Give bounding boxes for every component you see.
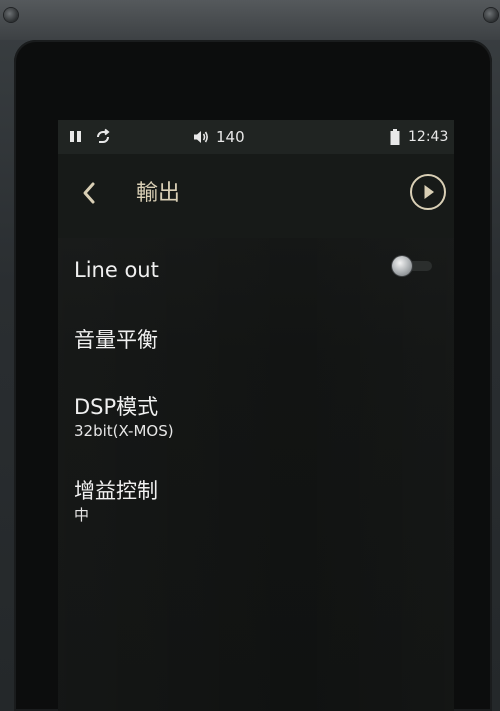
setting-dsp-mode-value: 32bit(X-MOS) <box>74 422 174 440</box>
screen: 140 12:43 輸出 Line out 音量平衡 DSP模式 32bit(X… <box>58 120 454 711</box>
setting-gain-control[interactable]: 增益控制 中 <box>74 477 440 525</box>
status-time: 12:43 <box>408 129 449 145</box>
device-top-bezel <box>0 0 500 40</box>
page-title: 輸出 <box>136 181 181 206</box>
status-bar: 140 12:43 <box>58 120 454 154</box>
screw-right <box>484 8 498 22</box>
device-body: 140 12:43 輸出 Line out 音量平衡 DSP模式 32bit(X… <box>0 0 500 711</box>
toggle-knob <box>392 256 412 276</box>
setting-gain-control-value: 中 <box>74 506 90 524</box>
setting-line-out-label: Line out <box>74 258 159 282</box>
setting-volume-balance[interactable]: 音量平衡 <box>74 326 440 354</box>
setting-dsp-mode-label: DSP模式 <box>74 395 159 419</box>
chevron-left-icon[interactable] <box>78 178 102 208</box>
screen-header: 輸出 <box>58 154 454 238</box>
screen-glare <box>58 238 454 711</box>
volume-icon <box>192 128 210 146</box>
pause-icon <box>70 128 84 146</box>
setting-dsp-mode[interactable]: DSP模式 32bit(X-MOS) <box>74 393 440 441</box>
volume-level: 140 <box>216 128 245 146</box>
setting-gain-control-label: 增益控制 <box>74 479 158 503</box>
setting-volume-balance-label: 音量平衡 <box>74 328 158 352</box>
battery-icon <box>390 128 400 146</box>
play-icon <box>424 185 434 199</box>
setting-line-out[interactable]: Line out <box>74 256 440 284</box>
screw-left <box>4 8 18 22</box>
repeat-icon <box>94 128 112 146</box>
play-button[interactable] <box>410 174 446 210</box>
line-out-toggle[interactable] <box>392 254 436 278</box>
